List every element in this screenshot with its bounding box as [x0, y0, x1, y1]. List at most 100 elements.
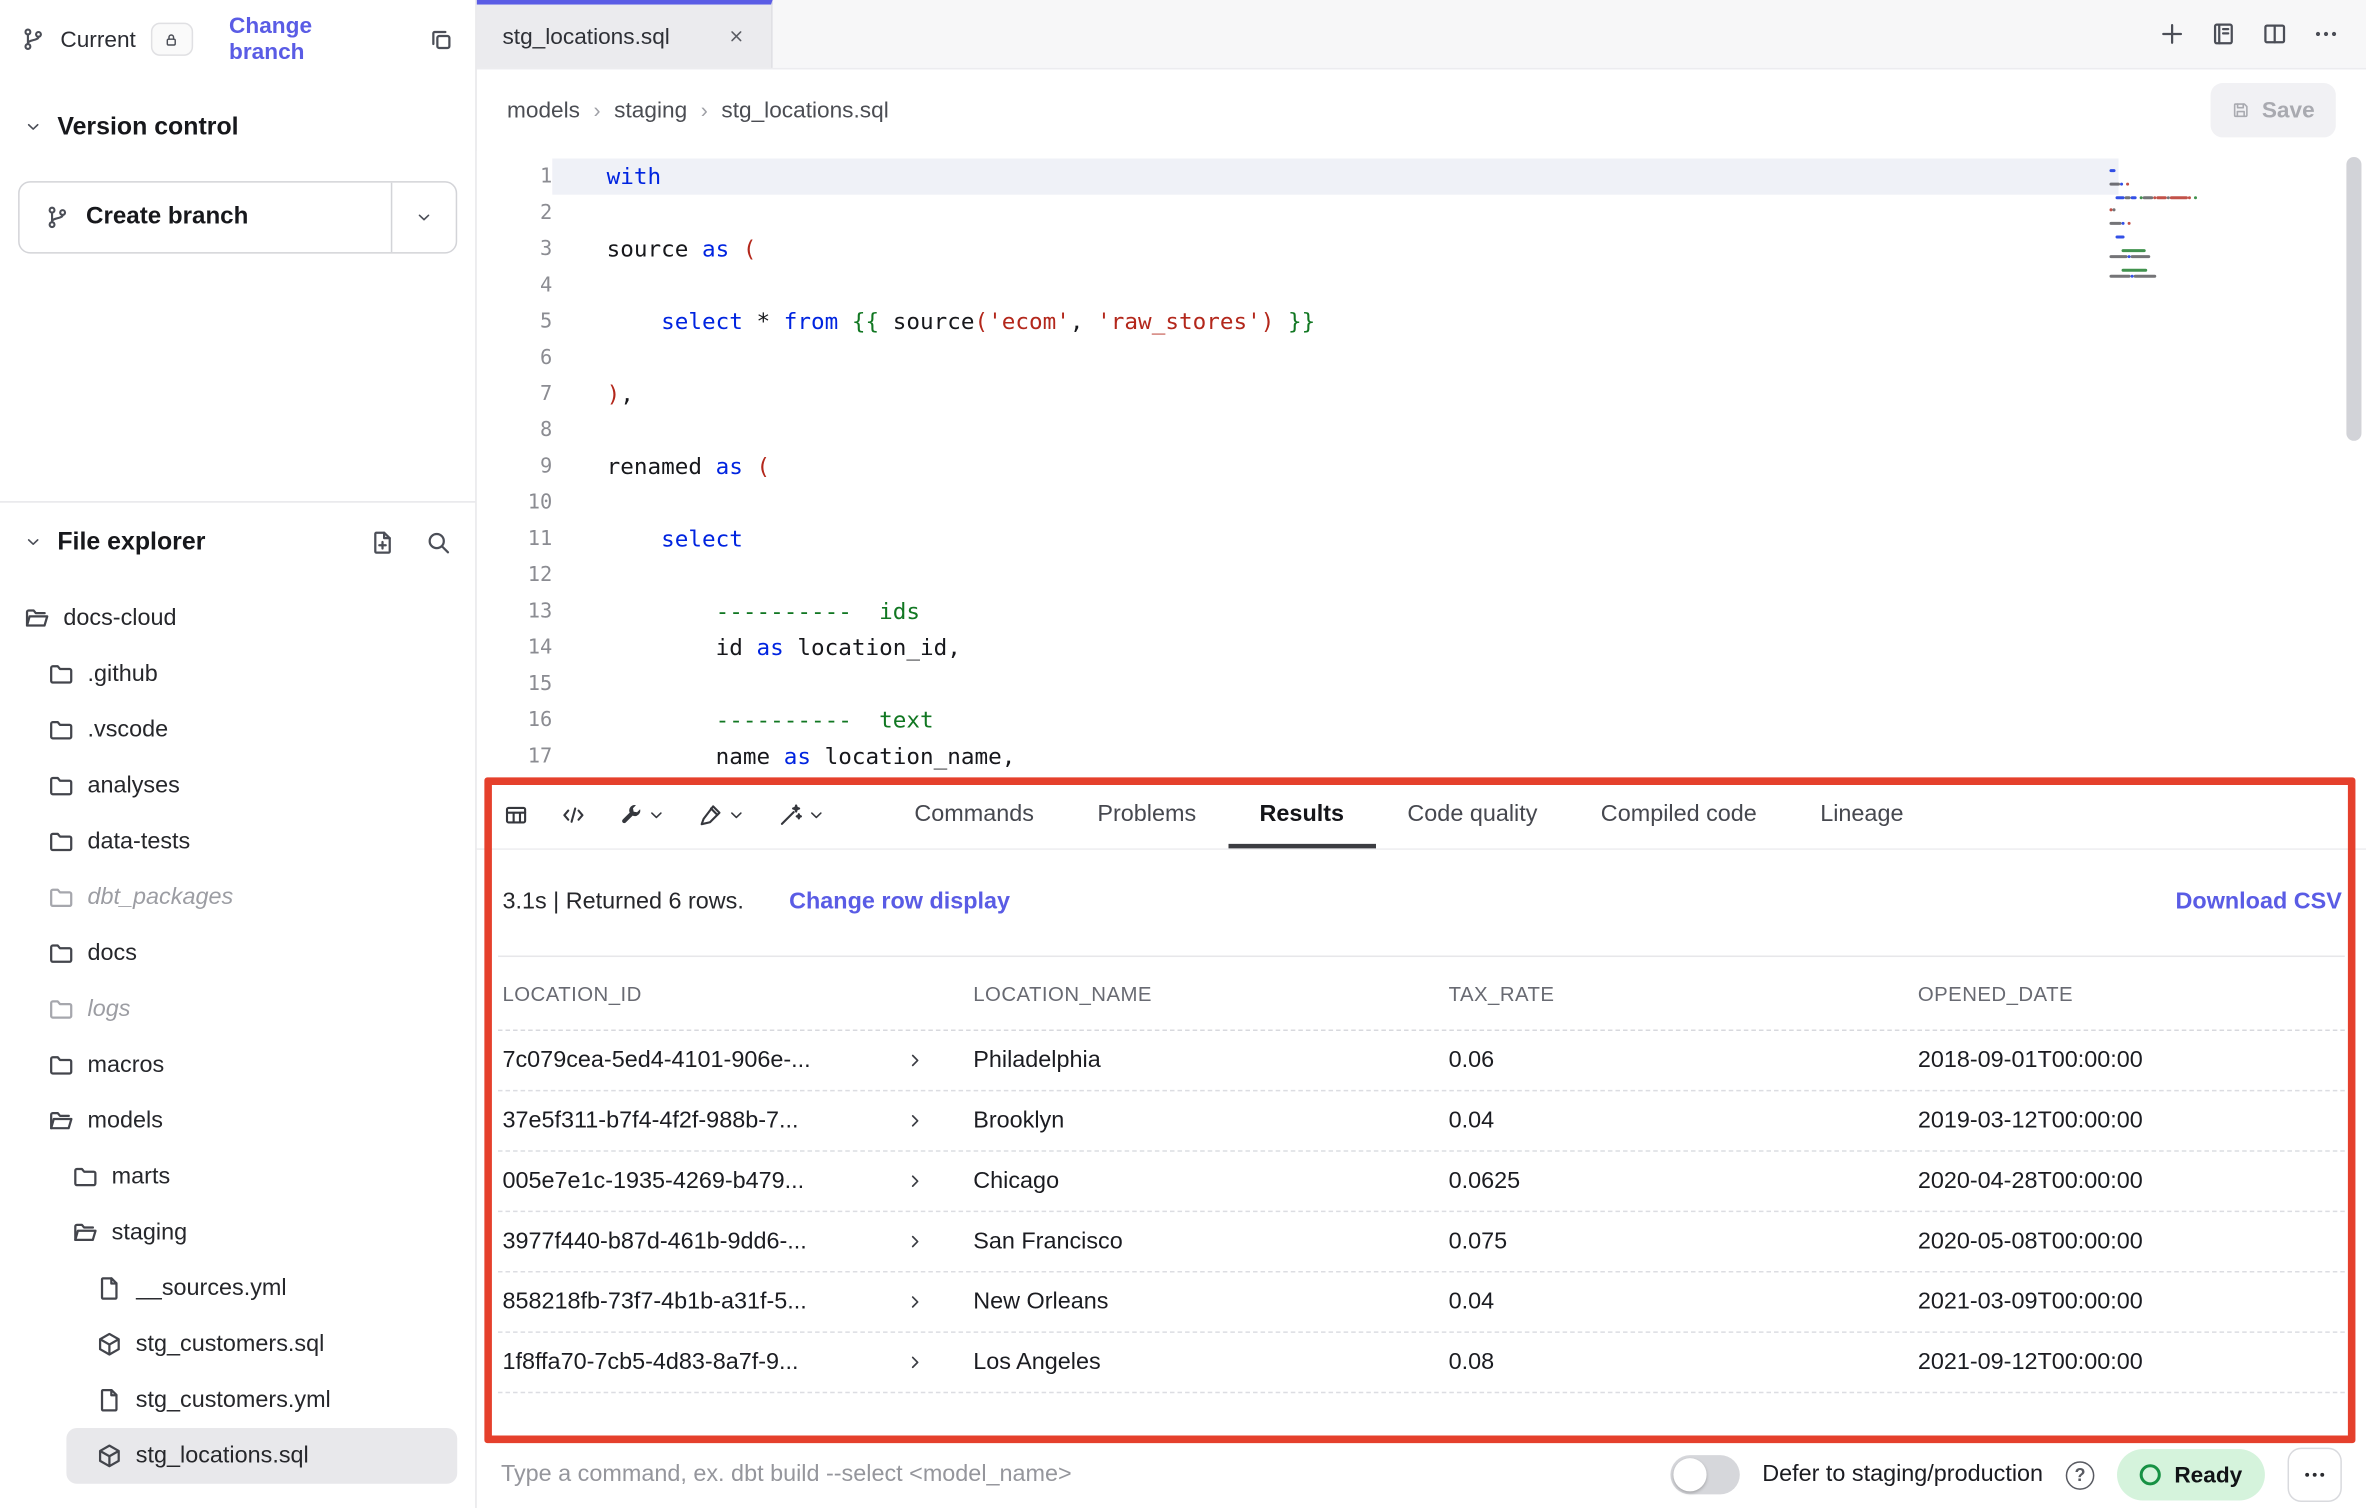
tree-item-marts[interactable]: marts [0, 1149, 475, 1205]
build-tool-dropdown[interactable] [619, 802, 666, 826]
tree-item-label: macros [88, 1051, 165, 1078]
tree-item-data-tests[interactable]: data-tests [0, 814, 475, 870]
create-branch-main[interactable]: Create branch [20, 183, 391, 252]
table-row[interactable]: 7c079cea-5ed4-4101-906e-...Philadelphia0… [498, 1031, 2345, 1091]
folder-icon [48, 661, 74, 687]
minimap-line [2109, 249, 2248, 252]
breadcrumb-item[interactable]: staging [614, 97, 687, 123]
table-row[interactable]: 005e7e1c-1935-4269-b479...Chicago0.06252… [498, 1152, 2345, 1212]
cell: 2020-05-08T00:00:00 [1913, 1228, 2345, 1255]
scrollbar[interactable] [2346, 157, 2361, 441]
command-input[interactable] [501, 1461, 1646, 1488]
tree-item-models[interactable]: models [0, 1093, 475, 1149]
table-row[interactable]: 37e5f311-b7f4-4f2f-988b-7...Brooklyn0.04… [498, 1091, 2345, 1151]
panel-tab-results[interactable]: Results [1228, 780, 1376, 848]
help-icon[interactable]: ? [2066, 1460, 2095, 1489]
download-csv-link[interactable]: Download CSV [2176, 889, 2342, 916]
code-line: 2 [477, 195, 2366, 231]
column-header-opened-date: OPENED_DATE [1913, 982, 2345, 1005]
table-row[interactable]: 1f8ffa70-7cb5-4d83-8a7f-9...Los Angeles0… [498, 1333, 2345, 1393]
create-branch-dropdown[interactable] [392, 183, 455, 252]
tree-item-docs-cloud[interactable]: docs-cloud [0, 590, 475, 646]
folder-icon [48, 773, 74, 799]
create-branch-label: Create branch [86, 204, 248, 231]
chevron-right-icon[interactable] [905, 1051, 925, 1071]
version-control-header[interactable]: Version control [0, 94, 475, 160]
tree-item-stg-customers-sql[interactable]: stg_customers.sql [0, 1316, 475, 1372]
chevron-right-icon[interactable] [905, 1171, 925, 1191]
table-row[interactable]: 3977f440-b87d-461b-9dd6-...San Francisco… [498, 1212, 2345, 1272]
ellipsis-icon[interactable] [2313, 21, 2339, 47]
tree-item-staging[interactable]: staging [0, 1205, 475, 1261]
new-tab-icon[interactable] [2159, 21, 2185, 47]
tree-item-vscode[interactable]: .vscode [0, 702, 475, 758]
tree-item-sources-yml[interactable]: __sources.yml [0, 1260, 475, 1316]
code-line: 11 select [477, 521, 2366, 557]
change-row-display-link[interactable]: Change row display [789, 889, 1010, 916]
cell: 858218fb-73f7-4b1b-a31f-5... [498, 1288, 969, 1315]
cell: 3977f440-b87d-461b-9dd6-... [498, 1228, 969, 1255]
minimap-line [2109, 242, 2248, 245]
defer-toggle[interactable] [1670, 1455, 1739, 1494]
tree-item-analyses[interactable]: analyses [0, 758, 475, 814]
results-body: 7c079cea-5ed4-4101-906e-...Philadelphia0… [498, 1031, 2345, 1393]
tree-item-docs[interactable]: docs [0, 925, 475, 981]
new-file-icon[interactable] [370, 529, 396, 555]
panel-tab-code-quality[interactable]: Code quality [1376, 780, 1569, 848]
code-icon[interactable] [561, 802, 585, 826]
cell: 2021-09-12T00:00:00 [1913, 1349, 2345, 1376]
breadcrumb-item[interactable]: models [507, 97, 580, 123]
search-icon[interactable] [426, 529, 452, 555]
file-explorer-header[interactable]: File explorer [0, 509, 475, 575]
minimap[interactable] [2109, 169, 2248, 282]
tree-item-label: docs [88, 940, 137, 967]
panel-tab-problems[interactable]: Problems [1066, 780, 1228, 848]
tree-item-label: staging [112, 1219, 187, 1246]
ready-label: Ready [2174, 1462, 2242, 1488]
panel-tab-lineage[interactable]: Lineage [1789, 780, 1936, 848]
chevron-right-icon[interactable] [905, 1292, 925, 1312]
code-text: with [552, 158, 2118, 194]
close-icon[interactable] [727, 27, 745, 45]
tree-item-label: analyses [88, 772, 180, 799]
code-text: ---------- text [552, 702, 2118, 738]
more-options-button[interactable] [2288, 1448, 2342, 1502]
tree-item-dbt-packages[interactable]: dbt_packages [0, 869, 475, 925]
line-number: 8 [477, 418, 552, 442]
table-icon[interactable] [504, 802, 528, 826]
notebook-icon[interactable] [2211, 21, 2237, 47]
format-tool-dropdown[interactable] [699, 802, 746, 826]
chevron-right-icon[interactable] [905, 1111, 925, 1131]
table-row[interactable]: 858218fb-73f7-4b1b-a31f-5...New Orleans0… [498, 1273, 2345, 1333]
line-number: 17 [477, 744, 552, 768]
model-icon [97, 1331, 123, 1357]
tree-item-stg-locations-sql[interactable]: stg_locations.sql [66, 1428, 457, 1484]
chevron-right-icon[interactable] [905, 1353, 925, 1373]
tree-item-macros[interactable]: macros [0, 1037, 475, 1093]
copy-icon[interactable] [429, 26, 455, 52]
create-branch-button[interactable]: Create branch [18, 181, 457, 253]
chevron-right-icon[interactable] [905, 1232, 925, 1252]
folder-open-icon [48, 1108, 74, 1134]
panel-tab-compiled-code[interactable]: Compiled code [1569, 780, 1788, 848]
fix-tool-dropdown[interactable] [779, 802, 826, 826]
tree-item-logs[interactable]: logs [0, 981, 475, 1037]
cell: 2018-09-01T00:00:00 [1913, 1047, 2345, 1074]
split-columns-icon[interactable] [2262, 21, 2288, 47]
tree-item-stg-customers-yml[interactable]: stg_customers.yml [0, 1372, 475, 1428]
tab-stg-locations-sql[interactable]: stg_locations.sql [477, 0, 773, 68]
panel-tab-commands[interactable]: Commands [883, 780, 1066, 848]
code-editor[interactable]: 1with23source as (45 select * from {{ so… [477, 151, 2366, 780]
ellipsis-icon [2303, 1463, 2327, 1487]
minimap-line [2109, 235, 2248, 238]
change-branch-link[interactable]: Change branch [229, 14, 392, 65]
minimap-line [2109, 229, 2248, 232]
line-number: 14 [477, 636, 552, 660]
dbt-ide: Current Change branch Version control Cr… [0, 0, 2366, 1508]
folder-icon [48, 885, 74, 911]
code-line: 16 ---------- text [477, 702, 2366, 738]
breadcrumb-item[interactable]: stg_locations.sql [721, 97, 888, 123]
folder-open-icon [72, 1220, 98, 1246]
tree-item-github[interactable]: .github [0, 646, 475, 702]
save-button[interactable]: Save [2211, 83, 2336, 137]
